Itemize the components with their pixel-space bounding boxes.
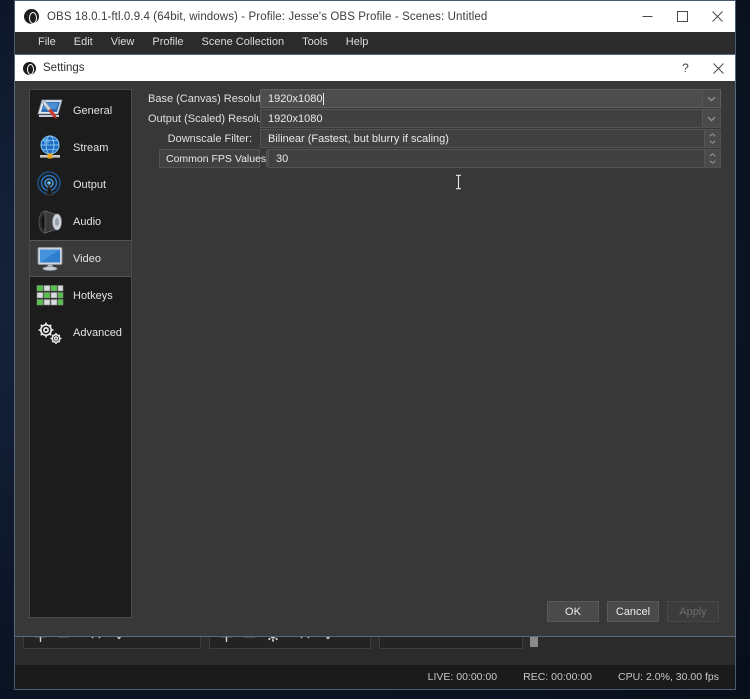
cancel-button[interactable]: Cancel — [607, 601, 659, 622]
output-resolution-row: Output (Scaled) Resolution: 1920x1080 — [148, 109, 721, 128]
sidebar-item-audio[interactable]: Audio — [30, 203, 131, 240]
menu-item-file[interactable]: File — [29, 32, 65, 52]
settings-dialog-title: Settings — [43, 62, 85, 74]
output-resolution-label: Output (Scaled) Resolution: — [148, 113, 260, 125]
maximize-icon[interactable] — [665, 1, 700, 32]
menu-item-profile[interactable]: Profile — [143, 32, 192, 52]
ok-button[interactable]: OK — [547, 601, 599, 622]
downscale-filter-combobox[interactable]: Bilinear (Fastest, but blurry if scaling… — [260, 129, 721, 148]
video-settings-form: Base (Canvas) Resolution: 1920x1080 Outp… — [132, 81, 735, 636]
audio-icon — [34, 207, 66, 237]
main-window-controls — [630, 1, 735, 32]
hotkeys-icon — [34, 281, 66, 311]
status-rec: REC: 00:00:00 — [523, 671, 592, 683]
sidebar-item-output[interactable]: Output — [30, 166, 131, 203]
dialog-button-row: OK Cancel Apply — [547, 601, 719, 622]
fps-type-value: Common FPS Values — [160, 150, 266, 167]
base-resolution-combobox[interactable]: 1920x1080 — [260, 89, 721, 108]
close-icon[interactable] — [702, 55, 735, 81]
menu-item-tools[interactable]: Tools — [293, 32, 337, 52]
output-resolution-combobox[interactable]: 1920x1080 — [260, 109, 721, 128]
minimize-icon[interactable] — [630, 1, 665, 32]
sidebar-item-advanced[interactable]: Advanced — [30, 314, 131, 351]
settings-window-controls: ? — [669, 55, 735, 81]
status-live: LIVE: 00:00:00 — [428, 671, 497, 683]
menu-item-scene-collection[interactable]: Scene Collection — [193, 32, 294, 52]
apply-button[interactable]: Apply — [667, 601, 719, 622]
sidebar-item-label: Advanced — [73, 327, 122, 339]
sidebar-item-general[interactable]: General — [30, 92, 131, 129]
fps-type-combobox[interactable]: Common FPS Values — [159, 149, 260, 168]
sidebar-item-label: Audio — [73, 216, 101, 228]
base-resolution-row: Base (Canvas) Resolution: 1920x1080 — [148, 89, 721, 108]
base-resolution-value: 1920x1080 — [268, 93, 322, 105]
fps-row: Common FPS Values 30 — [148, 149, 721, 168]
base-resolution-label: Base (Canvas) Resolution: — [148, 93, 260, 105]
base-resolution-input[interactable]: 1920x1080 — [261, 90, 702, 107]
chevron-down-icon[interactable] — [702, 110, 720, 127]
settings-dialog: Settings ? — [14, 54, 736, 637]
general-icon — [34, 96, 66, 126]
obs-logo-icon — [23, 62, 36, 75]
fps-value-combobox[interactable]: 30 — [268, 149, 721, 168]
sidebar-item-stream[interactable]: Stream — [30, 129, 131, 166]
ibeam-cursor — [454, 174, 463, 190]
downscale-filter-label: Downscale Filter: — [148, 133, 260, 145]
obs-logo-icon — [24, 9, 39, 24]
output-icon — [34, 170, 66, 200]
menu-item-view[interactable]: View — [102, 32, 144, 52]
menu-item-edit[interactable]: Edit — [65, 32, 102, 52]
sidebar-item-video[interactable]: Video — [30, 240, 131, 277]
sidebar-item-label: General — [73, 105, 112, 117]
sidebar-item-hotkeys[interactable]: Hotkeys — [30, 277, 131, 314]
status-cpu: CPU: 2.0%, 30.00 fps — [618, 671, 719, 683]
output-resolution-value: 1920x1080 — [261, 110, 702, 127]
menu-item-help[interactable]: Help — [337, 32, 378, 52]
main-menubar: File Edit View Profile Scene Collection … — [15, 32, 735, 52]
statusbar: LIVE: 00:00:00 REC: 00:00:00 CPU: 2.0%, … — [15, 665, 735, 689]
spinner-arrows-icon[interactable] — [704, 130, 720, 147]
settings-titlebar: Settings ? — [15, 55, 735, 81]
settings-content: General Stream — [15, 81, 735, 636]
text-caret — [323, 93, 324, 105]
main-window-title: OBS 18.0.1-ftl.0.9.4 (64bit, windows) - … — [47, 11, 487, 23]
sidebar-item-label: Hotkeys — [73, 290, 113, 302]
chevron-down-icon[interactable] — [702, 90, 720, 107]
settings-nav-list: General Stream — [29, 89, 132, 618]
advanced-icon — [34, 318, 66, 348]
sidebar-item-label: Video — [73, 253, 101, 265]
downscale-filter-value: Bilinear (Fastest, but blurry if scaling… — [261, 130, 704, 147]
stream-icon — [34, 133, 66, 163]
video-icon — [34, 244, 66, 274]
help-icon[interactable]: ? — [669, 55, 702, 81]
sidebar-item-label: Output — [73, 179, 106, 191]
close-icon[interactable] — [700, 1, 735, 32]
downscale-filter-row: Downscale Filter: Bilinear (Fastest, but… — [148, 129, 721, 148]
spinner-arrows-icon[interactable] — [704, 150, 720, 167]
sidebar-item-label: Stream — [73, 142, 108, 154]
fps-value: 30 — [269, 150, 704, 167]
main-titlebar: OBS 18.0.1-ftl.0.9.4 (64bit, windows) - … — [15, 1, 735, 32]
